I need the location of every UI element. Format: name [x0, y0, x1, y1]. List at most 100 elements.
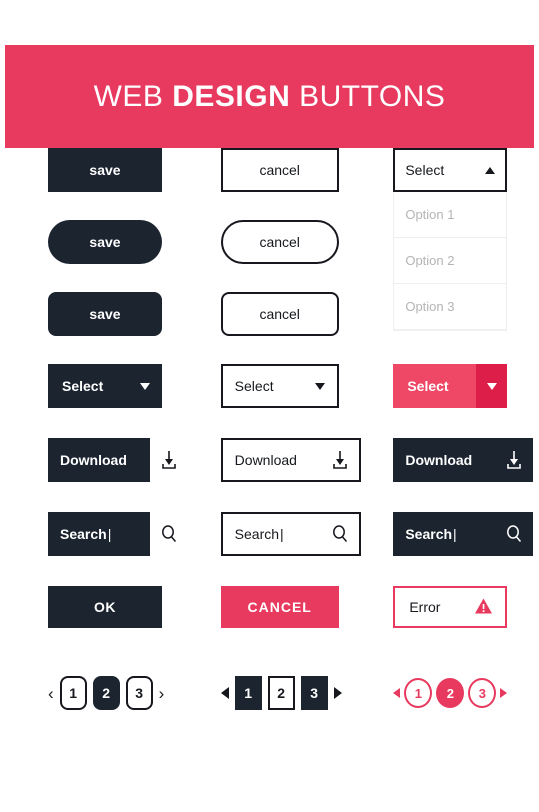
cell-cancel-square: cancel: [220, 148, 367, 192]
pagination-next-triangle-icon[interactable]: [500, 688, 508, 698]
cell-download-white: Download: [220, 438, 367, 482]
row-selects: Select Select Select: [0, 364, 539, 438]
pagination-prev-triangle-icon[interactable]: [393, 688, 401, 698]
cell-search-dark: Search |: [48, 512, 194, 556]
cell-pagination-rounded: ‹ 1 2 3 ›: [48, 676, 194, 710]
search-input-dark[interactable]: Search |: [48, 512, 150, 556]
page-banner: WEB DESIGN BUTTONS: [5, 45, 534, 148]
triangle-down-icon: [486, 382, 497, 390]
cell-ok: OK: [48, 586, 194, 628]
select-white-value: Select: [234, 378, 274, 394]
search-icon[interactable]: [150, 512, 188, 556]
cell-cancel-caps: CANCEL: [220, 586, 367, 628]
download-button-dark-solid[interactable]: Download: [393, 438, 534, 482]
text-caret: |: [453, 526, 457, 542]
cell-pagination-circle: 1 2 3: [393, 678, 539, 708]
search-value: Search: [234, 526, 280, 542]
search-field-dark[interactable]: Search |: [48, 512, 188, 556]
row-rounded-buttons: save cancel: [0, 292, 539, 364]
cancel-button-rounded[interactable]: cancel: [220, 292, 339, 336]
select-pink-value: Select: [393, 364, 477, 408]
pagination-next-triangle-icon[interactable]: [333, 687, 342, 699]
row-pagination: ‹ 1 2 3 › 1 2 3 1 2 3: [0, 658, 539, 728]
cell-save-square: save: [48, 148, 194, 192]
title-segment-design: DESIGN: [172, 79, 291, 113]
download-label: Download: [405, 452, 473, 468]
download-label: Download: [60, 452, 127, 468]
button-kit-page: WEB DESIGN BUTTONS save cancel Select Op…: [0, 0, 539, 812]
cell-cancel-rounded: cancel: [220, 292, 367, 336]
text-caret: |: [107, 526, 112, 542]
download-label: Download: [234, 452, 297, 468]
pagination-page-3[interactable]: 3: [125, 676, 153, 710]
pagination-page-1[interactable]: 1: [59, 676, 87, 710]
row-download: Download Download Download: [0, 438, 539, 512]
cell-select-pink: Select: [393, 364, 539, 408]
row-pill-buttons: save cancel: [0, 220, 539, 292]
pagination-next-chevron-icon[interactable]: ›: [159, 685, 165, 702]
download-button-white[interactable]: Download: [220, 438, 361, 482]
title-segment-buttons: BUTTONS: [290, 79, 446, 113]
pagination-page-1[interactable]: 1: [404, 678, 433, 708]
pagination-page-3[interactable]: 3: [468, 678, 497, 708]
download-icon[interactable]: [495, 438, 533, 482]
page-title: WEB DESIGN BUTTONS: [94, 80, 446, 114]
triangle-down-icon: [314, 382, 325, 390]
pagination-prev-chevron-icon[interactable]: ‹: [48, 685, 54, 702]
pagination-page-2[interactable]: 2: [267, 676, 295, 710]
row-search: Search | Search | Search |: [0, 512, 539, 586]
search-field-dark-solid[interactable]: Search |: [393, 512, 534, 556]
save-button-rounded[interactable]: save: [48, 292, 162, 336]
ok-button[interactable]: OK: [48, 586, 162, 628]
cell-select-white: Select: [220, 364, 367, 408]
warning-triangle-icon: [474, 597, 493, 618]
download-icon[interactable]: [321, 440, 359, 480]
search-input-dark-solid[interactable]: Search |: [393, 512, 495, 556]
cancel-button-pill[interactable]: cancel: [220, 220, 339, 264]
pagination-page-2[interactable]: 2: [92, 676, 120, 710]
cell-error: Error: [393, 586, 539, 628]
select-dark[interactable]: Select: [48, 364, 162, 408]
cell-search-white: Search |: [220, 512, 367, 556]
select-pink[interactable]: Select: [393, 364, 508, 408]
search-value: Search: [60, 526, 107, 542]
search-input-white[interactable]: Search |: [223, 514, 321, 554]
pagination-rounded: ‹ 1 2 3 ›: [48, 676, 194, 710]
cell-select-dark: Select: [48, 364, 194, 408]
save-button-square[interactable]: save: [48, 148, 162, 192]
download-icon[interactable]: [150, 438, 188, 482]
cell-cancel-pill: cancel: [220, 220, 367, 264]
select-white[interactable]: Select: [220, 364, 339, 408]
triangle-up-icon: [485, 166, 496, 174]
cell-download-dark: Download: [48, 438, 194, 482]
button-rows: save cancel Select Option 1 Option 2 Opt…: [0, 148, 539, 728]
pagination-circle-pink: 1 2 3: [393, 678, 539, 708]
cancel-button-square[interactable]: cancel: [220, 148, 339, 192]
pagination-page-3[interactable]: 3: [300, 676, 328, 710]
download-button-dark[interactable]: Download: [48, 438, 188, 482]
text-caret: |: [280, 526, 284, 542]
pagination-square: 1 2 3: [220, 676, 367, 710]
search-field-white[interactable]: Search |: [220, 512, 361, 556]
row-actions: OK CANCEL Error: [0, 586, 539, 658]
error-label: Error: [409, 599, 441, 615]
cell-search-dark-solid: Search |: [393, 512, 539, 556]
select-dark-value: Select: [62, 378, 104, 394]
row-square-buttons: save cancel Select Option 1 Option 2 Opt…: [0, 148, 539, 331]
cancel-button-pink[interactable]: CANCEL: [220, 586, 339, 628]
error-button[interactable]: Error: [393, 586, 508, 628]
cell-download-dark-solid: Download: [393, 438, 539, 482]
pagination-page-1[interactable]: 1: [234, 676, 262, 710]
select-dropdown-value: Select: [405, 162, 445, 178]
search-icon[interactable]: [495, 512, 533, 556]
search-icon[interactable]: [321, 514, 359, 554]
select-pink-arrow-button[interactable]: [476, 364, 508, 408]
pagination-prev-triangle-icon[interactable]: [220, 687, 229, 699]
pagination-page-2[interactable]: 2: [436, 678, 465, 708]
cell-pagination-square: 1 2 3: [220, 676, 367, 710]
cell-save-rounded: save: [48, 292, 194, 336]
save-button-pill[interactable]: save: [48, 220, 162, 264]
cell-save-pill: save: [48, 220, 194, 264]
title-segment-web: WEB: [93, 79, 173, 113]
select-dropdown-header[interactable]: Select: [393, 148, 508, 192]
